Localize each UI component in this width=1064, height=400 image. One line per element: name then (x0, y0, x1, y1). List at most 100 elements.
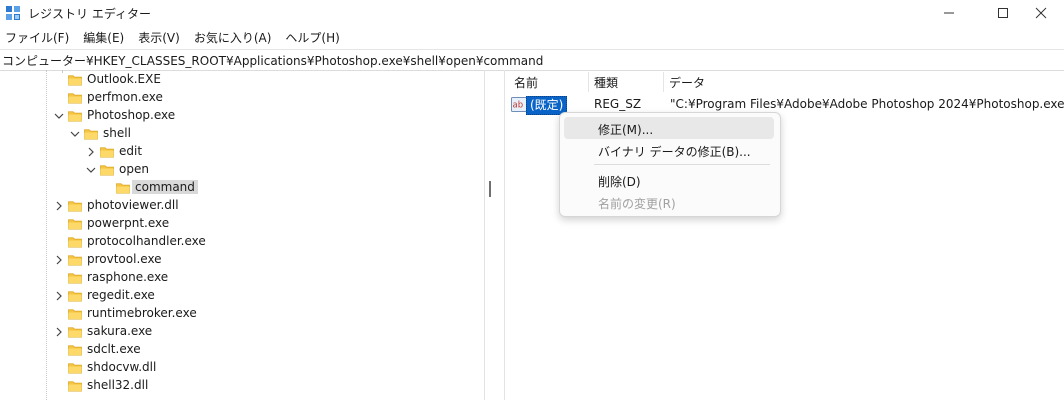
tree-item-label: perfmon.exe (87, 90, 163, 104)
folder-icon (68, 75, 82, 86)
folder-icon (84, 129, 98, 140)
tree-item-photoshop-exe[interactable]: Photoshop.exe (0, 107, 484, 125)
tree-item-sakura-exe[interactable]: sakura.exe (0, 323, 484, 341)
title-bar: レジストリ エディター (0, 0, 1064, 26)
tree-item-label: sdclt.exe (87, 342, 141, 356)
tree-item-sdclt-exe[interactable]: sdclt.exe (0, 341, 484, 359)
folder-icon (68, 363, 82, 374)
folder-icon (68, 381, 82, 392)
context-menu-separator (594, 164, 770, 165)
tree-item-label: rasphone.exe (87, 270, 169, 284)
tree-item-photoviewer-dll[interactable]: photoviewer.dll (0, 197, 484, 215)
menu-file[interactable]: ファイル(F) (0, 27, 74, 47)
close-icon (1035, 7, 1047, 19)
tree-item-regedit-exe[interactable]: regedit.exe (0, 287, 484, 305)
tree-pane-border (484, 70, 485, 400)
tree-item-label: regedit.exe (87, 288, 155, 302)
folder-icon (68, 255, 82, 266)
tree-item-powerpnt-exe[interactable]: powerpnt.exe (0, 215, 484, 233)
tree-item-perfmon-exe[interactable]: perfmon.exe (0, 89, 484, 107)
minimize-icon (944, 12, 954, 14)
pane-splitter-handle[interactable] (489, 181, 491, 197)
tree-item-label: Photoshop.exe (87, 108, 176, 122)
chevron-right-icon[interactable] (53, 200, 65, 212)
tree-item-label: edit (119, 144, 143, 158)
registry-key-tree[interactable]: Outlook.EXE perfmon.exe Photoshop.exe shell… (0, 70, 484, 400)
svg-text:ab: ab (513, 101, 524, 111)
tree-item-label: protocolhandler.exe (87, 234, 206, 248)
tree-item-open[interactable]: open (0, 161, 484, 179)
tree-item-label: command (132, 180, 198, 194)
folder-icon (100, 165, 114, 176)
chevron-right-icon[interactable] (53, 326, 65, 338)
maximize-icon (998, 8, 1008, 18)
column-header-data[interactable]: データ (669, 74, 705, 91)
menu-bar: ファイル(F) 編集(E) 表示(V) お気に入り(A) ヘルプ(H) (0, 27, 1064, 47)
tree-item-shell32-dll[interactable]: shell32.dll (0, 377, 484, 395)
value-type: REG_SZ (594, 97, 642, 111)
tree-item-label: open (119, 162, 149, 176)
tree-item-label: runtimebroker.exe (87, 306, 197, 320)
address-path[interactable]: コンピューター¥HKEY_CLASSES_ROOT¥Applications¥P… (2, 52, 543, 69)
context-menu-rename: 名前の変更(R) (564, 191, 774, 213)
menu-edit[interactable]: 編集(E) (78, 27, 129, 47)
folder-icon (68, 273, 82, 284)
tree-item-label: powerpnt.exe (87, 216, 170, 230)
folder-icon (100, 147, 114, 158)
value-data: "C:¥Program Files¥Adobe¥Adobe Photoshop … (670, 97, 1064, 111)
tree-item-label: Outlook.EXE (87, 72, 161, 86)
folder-icon (68, 345, 82, 356)
folder-icon (68, 219, 82, 230)
folder-icon (68, 327, 82, 338)
column-divider[interactable] (663, 72, 664, 92)
chevron-right-icon[interactable] (53, 254, 65, 266)
tree-item-label: shell32.dll (87, 378, 149, 392)
tree-item-protocolhandler-exe[interactable]: protocolhandler.exe (0, 233, 484, 251)
menu-help[interactable]: ヘルプ(H) (280, 27, 344, 47)
chevron-down-icon[interactable] (69, 128, 81, 140)
close-button[interactable] (1018, 0, 1064, 26)
context-menu-modify-binary[interactable]: バイナリ データの修正(B)... (564, 139, 774, 161)
tree-item-label: sakura.exe (87, 324, 153, 338)
chevron-right-icon[interactable] (85, 146, 97, 158)
context-menu-delete[interactable]: 削除(D) (564, 169, 774, 191)
column-header-type[interactable]: 種類 (594, 74, 618, 91)
tree-item-runtimebroker-exe[interactable]: runtimebroker.exe (0, 305, 484, 323)
tree-item-label: shell (103, 126, 131, 140)
window-title: レジストリ エディター (28, 7, 151, 21)
folder-icon (68, 237, 82, 248)
context-menu-modify[interactable]: 修正(M)... (564, 117, 774, 139)
folder-icon (68, 291, 82, 302)
tree-item-edit[interactable]: edit (0, 143, 484, 161)
context-menu-label: 削除(D) (598, 175, 641, 189)
tree-item-label: photoviewer.dll (87, 198, 179, 212)
chevron-down-icon[interactable] (53, 110, 65, 122)
menu-favorites[interactable]: お気に入り(A) (189, 27, 277, 47)
folder-icon (68, 111, 82, 122)
folder-icon (116, 183, 130, 194)
context-menu: 修正(M)... バイナリ データの修正(B)... 削除(D) 名前の変更(R… (559, 112, 781, 217)
address-bar[interactable]: コンピューター¥HKEY_CLASSES_ROOT¥Applications¥P… (0, 49, 1064, 71)
tree-item-command[interactable]: command (0, 179, 484, 197)
chevron-down-icon[interactable] (85, 164, 97, 176)
tree-item-label: shdocvw.dll (87, 360, 157, 374)
string-value-icon: ab (511, 97, 527, 112)
tree-item-shell[interactable]: shell (0, 125, 484, 143)
tree-item-label: provtool.exe (87, 252, 162, 266)
column-divider[interactable] (588, 72, 589, 92)
folder-icon (68, 201, 82, 212)
context-menu-label: 修正(M)... (598, 123, 654, 137)
menu-view[interactable]: 表示(V) (133, 27, 185, 47)
tree-item-shdocvw-dll[interactable]: shdocvw.dll (0, 359, 484, 377)
folder-icon (68, 93, 82, 104)
regedit-app-icon (6, 6, 20, 20)
minimize-button[interactable] (926, 0, 972, 26)
context-menu-label: バイナリ データの修正(B)... (598, 145, 751, 159)
tree-item-outlook-exe[interactable]: Outlook.EXE (0, 71, 484, 89)
context-menu-label: 名前の変更(R) (598, 197, 676, 211)
column-header-name[interactable]: 名前 (514, 74, 538, 91)
folder-icon (68, 309, 82, 320)
tree-item-provtool-exe[interactable]: provtool.exe (0, 251, 484, 269)
tree-item-rasphone-exe[interactable]: rasphone.exe (0, 269, 484, 287)
chevron-right-icon[interactable] (53, 290, 65, 302)
